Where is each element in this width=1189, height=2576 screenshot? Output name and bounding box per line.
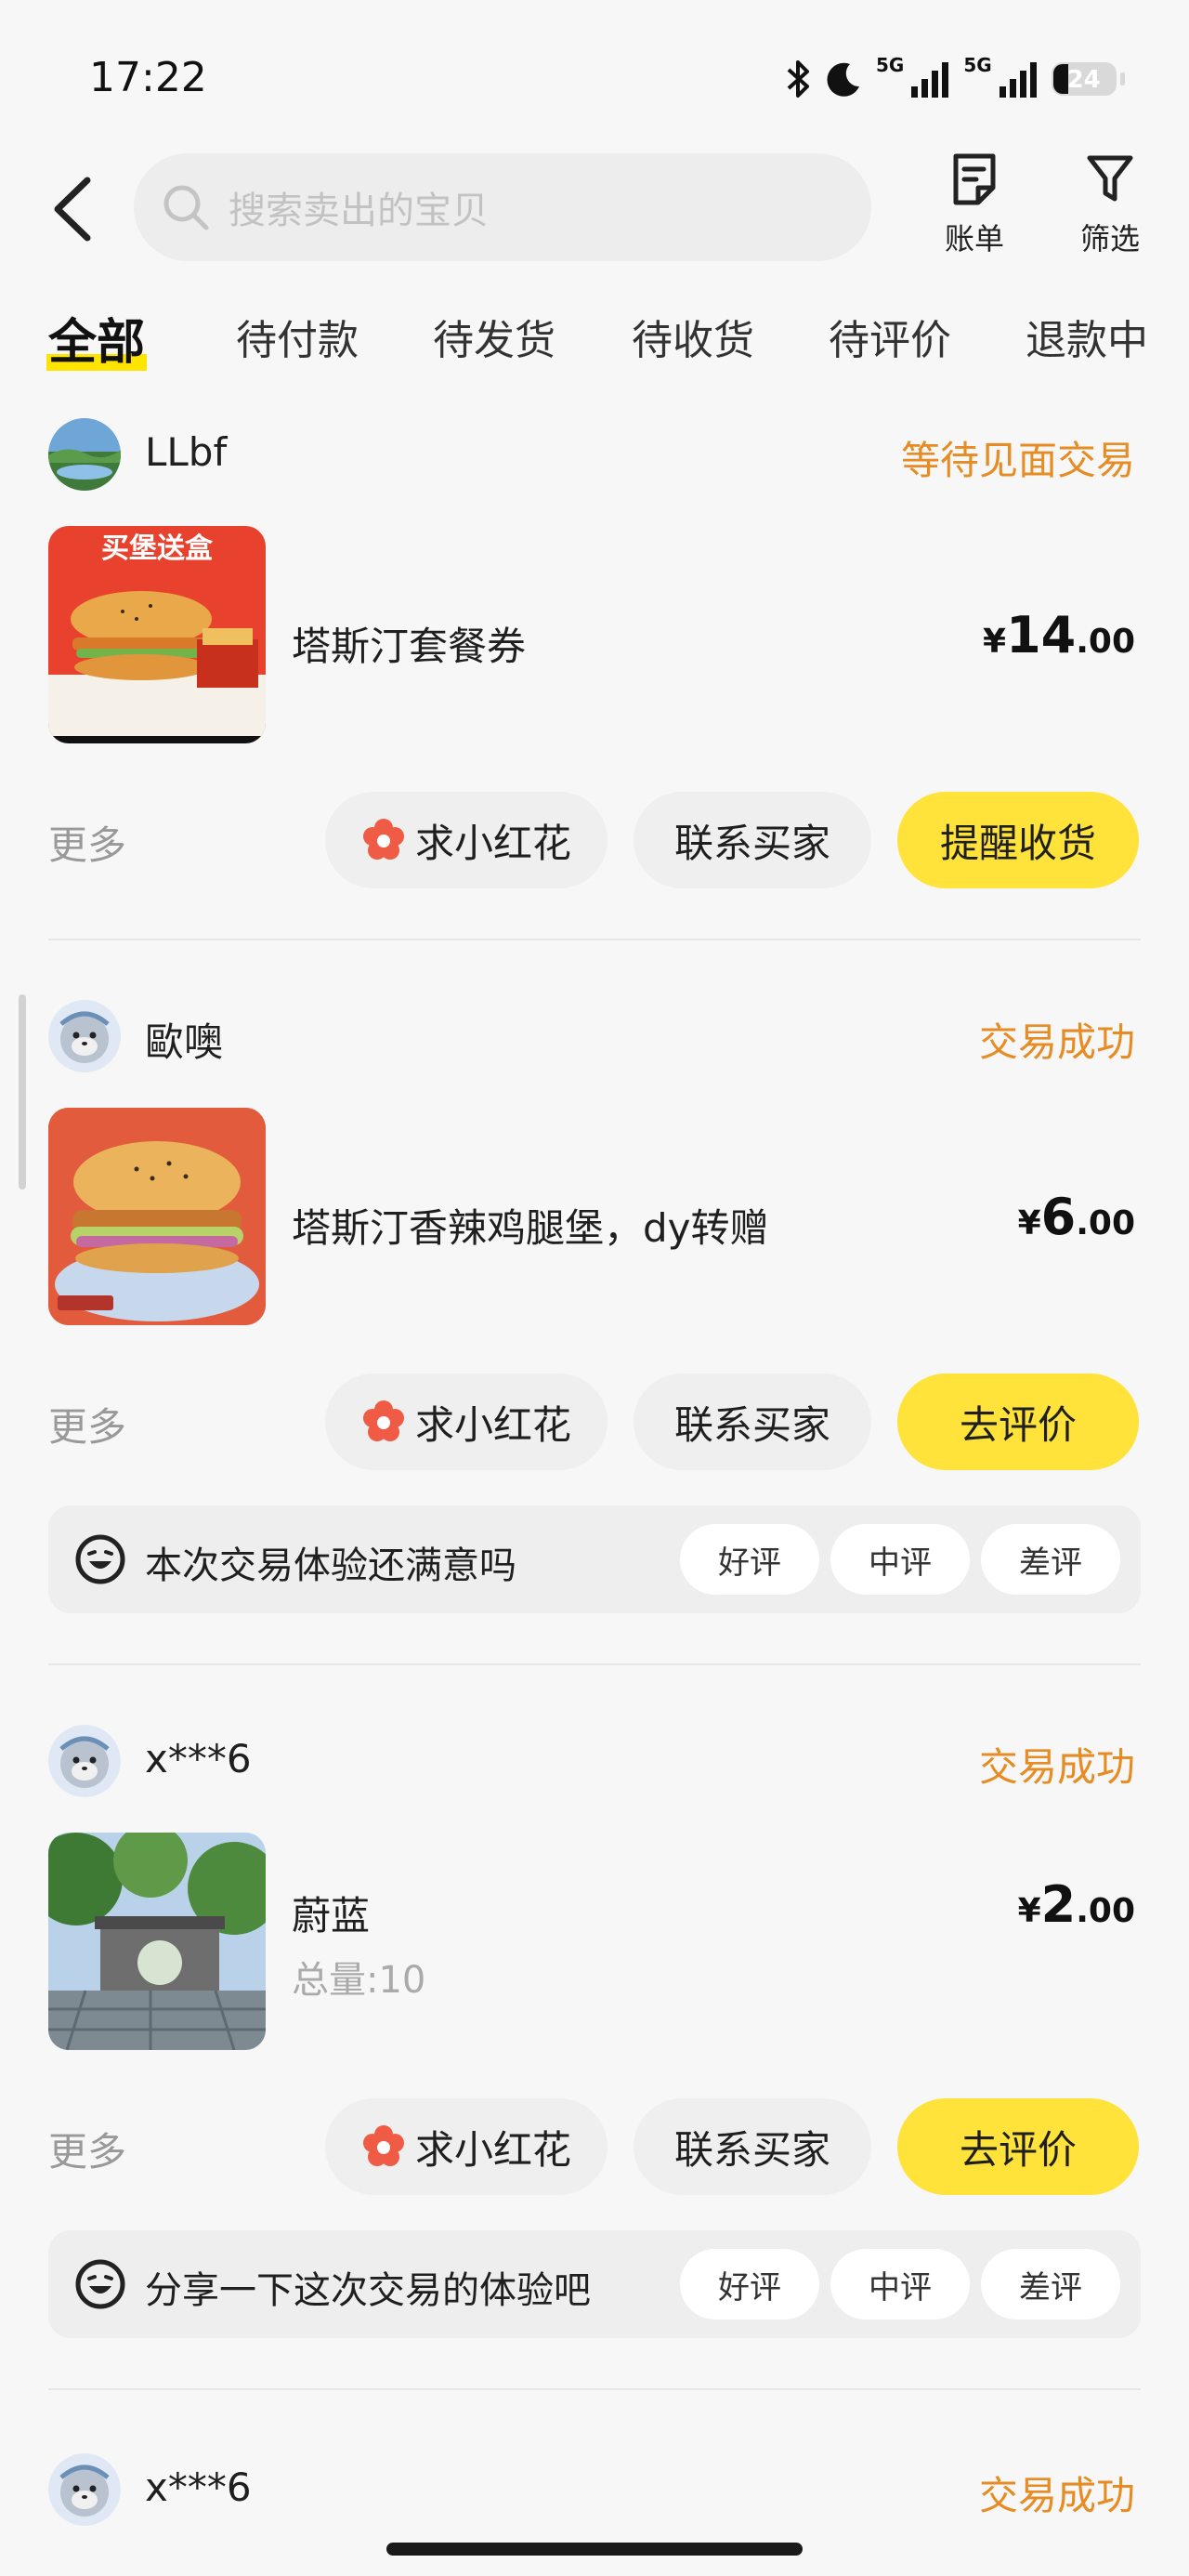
bluetooth-icon (787, 60, 809, 98)
ask-flower-button[interactable]: 求小红花 (325, 1373, 608, 1470)
ask-flower-label: 求小红花 (414, 820, 571, 866)
tab-pending-payment[interactable]: 待付款 (236, 307, 359, 366)
review-question: 分享一下这次交易的体验吧 (145, 2269, 591, 2312)
tab-label: 全部 (48, 315, 146, 371)
contact-buyer-button[interactable]: 联系买家 (634, 792, 871, 888)
more-link[interactable]: 更多 (48, 814, 126, 871)
price-currency: ¥ (983, 623, 1007, 661)
good-review-button[interactable]: 好评 (680, 2249, 819, 2320)
order-status: 交易成功 (978, 1019, 1135, 1065)
price-decimal: .00 (1076, 623, 1135, 661)
buyer-name: x***6 (145, 2464, 252, 2510)
product-price: ¥6.00 (1018, 1188, 1135, 1246)
status-bar: 17:22 5G 5G 24 (0, 0, 1189, 149)
product-quantity: 总量:10 (292, 1959, 426, 2002)
price-decimal: .00 (1076, 1892, 1135, 1930)
contact-buyer-button[interactable]: 联系买家 (634, 2098, 871, 2195)
divider (48, 2388, 1141, 2390)
bill-label: 账单 (944, 221, 1004, 256)
review-prompt: 分享一下这次交易的体验吧 好评 中评 差评 (48, 2230, 1141, 2338)
tab-pending-receipt[interactable]: 待收货 (632, 307, 754, 366)
tab-pending-shipment[interactable]: 待发货 (433, 307, 555, 366)
order-status: 交易成功 (978, 2473, 1135, 2518)
search-placeholder: 搜索卖出的宝贝 (229, 190, 489, 232)
tab-refunding[interactable]: 退款中 (1026, 307, 1148, 366)
bill-button[interactable]: 账单 (933, 151, 1016, 258)
avatar[interactable] (48, 1725, 121, 1797)
back-button[interactable] (45, 167, 100, 251)
ask-flower-button[interactable]: 求小红花 (325, 2098, 608, 2195)
avatar[interactable] (48, 2453, 121, 2526)
product-title: 塔斯汀香辣鸡腿堡，dy转赠 (292, 1205, 769, 1251)
product-thumbnail[interactable] (48, 1108, 266, 1325)
network-type-2: 5G (963, 54, 992, 76)
neutral-review-button[interactable]: 中评 (830, 1524, 970, 1595)
status-time: 17:22 (89, 54, 207, 101)
price-integer: 14 (1006, 606, 1077, 664)
review-prompt: 本次交易体验还满意吗 好评 中评 差评 (48, 1505, 1141, 1613)
signal-icon (999, 62, 1037, 98)
price-decimal: .00 (1076, 1204, 1135, 1242)
moon-icon (827, 62, 859, 97)
contact-buyer-button[interactable]: 联系买家 (634, 1373, 871, 1470)
price-integer: 6 (1040, 1188, 1077, 1246)
avatar[interactable] (48, 418, 121, 491)
product-title: 塔斯汀套餐券 (292, 624, 527, 669)
ask-flower-button[interactable]: 求小红花 (325, 792, 608, 888)
buyer-name: 歐噢 (145, 1019, 224, 1065)
flower-icon (362, 1400, 404, 1441)
product-price: ¥2.00 (1018, 1875, 1135, 1934)
remind-receipt-button[interactable]: 提醒收货 (897, 792, 1139, 888)
product-thumbnail[interactable]: 买堡送盒 (48, 526, 266, 743)
more-link[interactable]: 更多 (48, 1396, 126, 1452)
flower-icon (362, 2125, 404, 2166)
scroll-indicator[interactable] (19, 994, 26, 1189)
good-review-button[interactable]: 好评 (680, 1524, 819, 1595)
divider (48, 939, 1141, 940)
review-question: 本次交易体验还满意吗 (145, 1544, 516, 1587)
status-icons: 5G 5G 24 (785, 56, 1125, 102)
divider (48, 1663, 1141, 1665)
battery-level: 24 (1066, 66, 1101, 94)
chevron-left-icon (54, 177, 91, 242)
write-review-button[interactable]: 去评价 (897, 1373, 1139, 1470)
buyer-name: LLbf (145, 429, 228, 475)
filter-label: 筛选 (1079, 221, 1140, 256)
order-tabs: 全部 待付款 待发货 待收货 待评价 退款中 (0, 297, 1189, 372)
bad-review-button[interactable]: 差评 (981, 2249, 1120, 2320)
signal-icon (911, 62, 949, 98)
smiley-icon (75, 1534, 125, 1584)
home-indicator[interactable] (386, 2543, 803, 2556)
smiley-icon (75, 2259, 125, 2309)
filter-icon (1087, 155, 1133, 202)
network-type-1: 5G (876, 54, 905, 76)
more-link[interactable]: 更多 (48, 2121, 126, 2177)
filter-button[interactable]: 筛选 (1068, 151, 1152, 258)
order-status: 交易成功 (978, 1744, 1135, 1790)
price-currency: ¥ (1017, 1892, 1041, 1930)
write-review-button[interactable]: 去评价 (897, 2098, 1139, 2195)
search-input[interactable]: 搜索卖出的宝贝 (134, 153, 871, 261)
order-status: 等待见面交易 (900, 438, 1135, 483)
product-thumbnail[interactable] (48, 1833, 266, 2050)
product-price: ¥14.00 (983, 606, 1135, 664)
battery-icon: 24 (1051, 62, 1117, 96)
avatar[interactable] (48, 1000, 121, 1072)
bad-review-button[interactable]: 差评 (981, 1524, 1120, 1595)
search-icon (163, 185, 209, 230)
flower-icon (362, 819, 404, 860)
bill-icon (953, 153, 996, 205)
price-currency: ¥ (1017, 1204, 1041, 1242)
product-title: 蔚蓝 (292, 1893, 371, 1939)
ask-flower-label: 求小红花 (414, 2126, 571, 2173)
ask-flower-label: 求小红花 (414, 1401, 571, 1448)
tab-pending-review[interactable]: 待评价 (829, 307, 951, 366)
price-integer: 2 (1040, 1875, 1077, 1934)
neutral-review-button[interactable]: 中评 (830, 2249, 970, 2320)
buyer-name: x***6 (145, 1736, 252, 1781)
tab-all[interactable]: 全部 (46, 303, 148, 373)
